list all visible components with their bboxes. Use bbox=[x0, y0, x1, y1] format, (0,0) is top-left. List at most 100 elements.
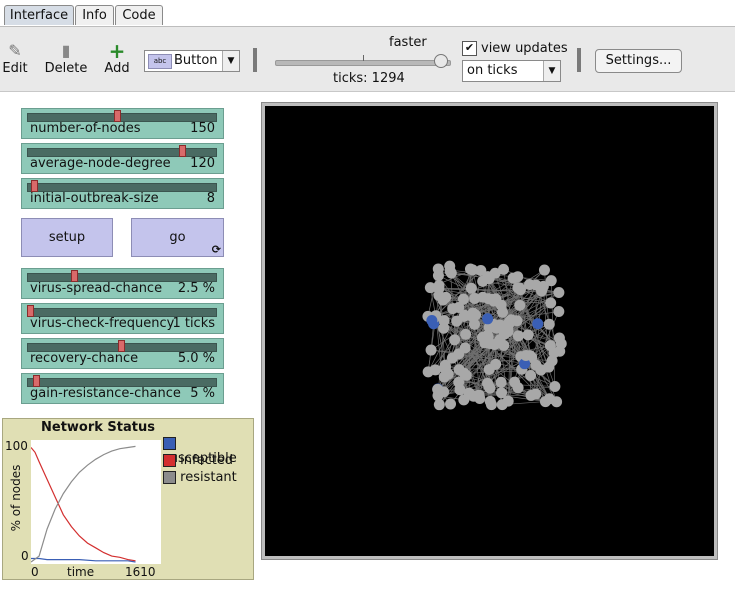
legend-label-infected: infected bbox=[180, 453, 234, 468]
speed-slider[interactable] bbox=[275, 54, 451, 68]
speed-slider-center-tick bbox=[363, 55, 364, 61]
node-resistant bbox=[502, 395, 514, 407]
node-susceptible bbox=[426, 314, 438, 326]
speed-slider-thumb[interactable] bbox=[433, 54, 448, 68]
node-resistant bbox=[507, 272, 519, 284]
node-resistant bbox=[509, 376, 521, 388]
tab-interface[interactable]: Interface bbox=[4, 5, 74, 25]
node-resistant bbox=[449, 334, 461, 346]
slider-label: virus-spread-chance bbox=[30, 281, 163, 296]
settings-button[interactable]: Settings... bbox=[595, 49, 682, 73]
node-resistant bbox=[453, 364, 465, 376]
node-resistant bbox=[512, 330, 524, 342]
node-resistant bbox=[453, 376, 465, 388]
slider-label: gain-resistance-chance bbox=[30, 386, 181, 401]
tab-code[interactable]: Code bbox=[115, 5, 163, 25]
update-mode-value: on ticks bbox=[467, 63, 518, 78]
node-resistant bbox=[425, 344, 437, 356]
add-tool[interactable]: + Add bbox=[102, 41, 132, 76]
world-view[interactable] bbox=[261, 102, 718, 560]
node-resistant bbox=[545, 297, 557, 309]
node-resistant bbox=[520, 349, 532, 361]
setup-button[interactable]: setup bbox=[21, 218, 113, 257]
series-line-susceptible bbox=[31, 557, 136, 563]
node-resistant bbox=[538, 264, 550, 276]
ticks-counter: ticks: 1294 bbox=[333, 71, 405, 86]
node-susceptible bbox=[482, 313, 494, 325]
slider-thumb[interactable] bbox=[178, 145, 186, 157]
widget-type-value: Button bbox=[174, 53, 218, 68]
slider-number-of-nodes[interactable]: number-of-nodes 150 bbox=[21, 108, 224, 139]
button-widget-icon: abc bbox=[148, 54, 172, 69]
speed-label: faster bbox=[389, 35, 427, 50]
plot-area bbox=[31, 440, 161, 564]
node-resistant bbox=[439, 359, 451, 371]
node-resistant bbox=[495, 299, 507, 311]
tab-info[interactable]: Info bbox=[75, 5, 114, 25]
legend-item-susceptible: susceptible bbox=[163, 436, 253, 466]
node-resistant bbox=[554, 345, 566, 357]
series-line-infected bbox=[31, 447, 136, 562]
node-resistant bbox=[483, 381, 495, 393]
node-resistant bbox=[495, 376, 507, 388]
node-resistant bbox=[494, 334, 506, 346]
network-status-plot: Network Status % of nodes 100 0 0 time 1… bbox=[2, 418, 254, 580]
slider-value: 2.5 % bbox=[177, 281, 215, 296]
node-resistant bbox=[433, 280, 445, 292]
node-resistant bbox=[438, 386, 450, 398]
plot-xlabel: time bbox=[67, 565, 95, 579]
node-resistant bbox=[490, 322, 502, 334]
slider-virus-spread-chance[interactable]: virus-spread-chance 2.5 % bbox=[21, 268, 224, 299]
view-updates-checkbox[interactable]: ✔ bbox=[462, 41, 477, 56]
slider-average-node-degree[interactable]: average-node-degree 120 bbox=[21, 143, 224, 174]
node-resistant bbox=[447, 303, 459, 315]
legend-swatch-susceptible bbox=[163, 437, 176, 450]
checkmark-icon: ✔ bbox=[464, 41, 475, 54]
plot-y-max-label: 100 bbox=[5, 439, 28, 453]
network-canvas[interactable] bbox=[265, 106, 714, 556]
delete-tool[interactable]: ▮ Delete bbox=[44, 41, 88, 76]
node-resistant bbox=[522, 329, 534, 341]
delete-label: Delete bbox=[44, 61, 88, 76]
node-resistant bbox=[485, 399, 497, 411]
slider-recovery-chance[interactable]: recovery-chance 5.0 % bbox=[21, 338, 224, 369]
slider-value: 150 bbox=[190, 121, 215, 136]
toolbar-separator bbox=[253, 48, 257, 72]
slider-gain-resistance-chance[interactable]: gain-resistance-chance 5 % bbox=[21, 373, 224, 404]
slider-value: 1 ticks bbox=[172, 316, 215, 331]
legend-label-resistant: resistant bbox=[180, 470, 237, 485]
node-resistant bbox=[463, 387, 475, 399]
node-resistant bbox=[482, 272, 494, 284]
slider-value: 5 % bbox=[190, 386, 215, 401]
node-resistant bbox=[545, 275, 557, 287]
edit-tool[interactable]: ✎ Edit bbox=[2, 41, 28, 76]
series-line-resistant bbox=[31, 445, 136, 563]
add-label: Add bbox=[104, 61, 130, 76]
node-resistant bbox=[536, 285, 548, 297]
node-resistant bbox=[553, 286, 565, 298]
go-button[interactable]: go ⟳ bbox=[131, 218, 224, 257]
update-mode-dropdown[interactable]: on ticks ▼ bbox=[462, 60, 561, 82]
plot-title: Network Status bbox=[41, 420, 155, 435]
node-resistant bbox=[525, 370, 537, 382]
widget-type-dropdown[interactable]: abc Button ▼ bbox=[144, 50, 240, 72]
node-resistant bbox=[445, 398, 457, 410]
legend-item-resistant: resistant bbox=[163, 470, 253, 487]
legend-swatch-infected bbox=[163, 454, 176, 467]
plot-legend: susceptible infected resistant bbox=[163, 436, 253, 487]
slider-label: recovery-chance bbox=[30, 351, 139, 366]
node-resistant bbox=[433, 399, 445, 411]
node-resistant bbox=[484, 337, 496, 349]
node-resistant bbox=[444, 260, 456, 272]
slider-virus-check-frequency[interactable]: virus-check-frequency 1 ticks bbox=[21, 303, 224, 334]
slider-initial-outbreak-size[interactable]: initial-outbreak-size 8 bbox=[21, 178, 224, 209]
node-resistant bbox=[543, 393, 555, 405]
legend-item-infected: infected bbox=[163, 453, 253, 470]
slider-value: 120 bbox=[190, 156, 215, 171]
node-resistant bbox=[490, 358, 502, 370]
go-button-label: go bbox=[169, 230, 186, 245]
node-resistant bbox=[543, 318, 555, 330]
pencil-icon: ✎ bbox=[8, 41, 22, 60]
node-resistant bbox=[429, 364, 441, 376]
legend-swatch-resistant bbox=[163, 471, 176, 484]
